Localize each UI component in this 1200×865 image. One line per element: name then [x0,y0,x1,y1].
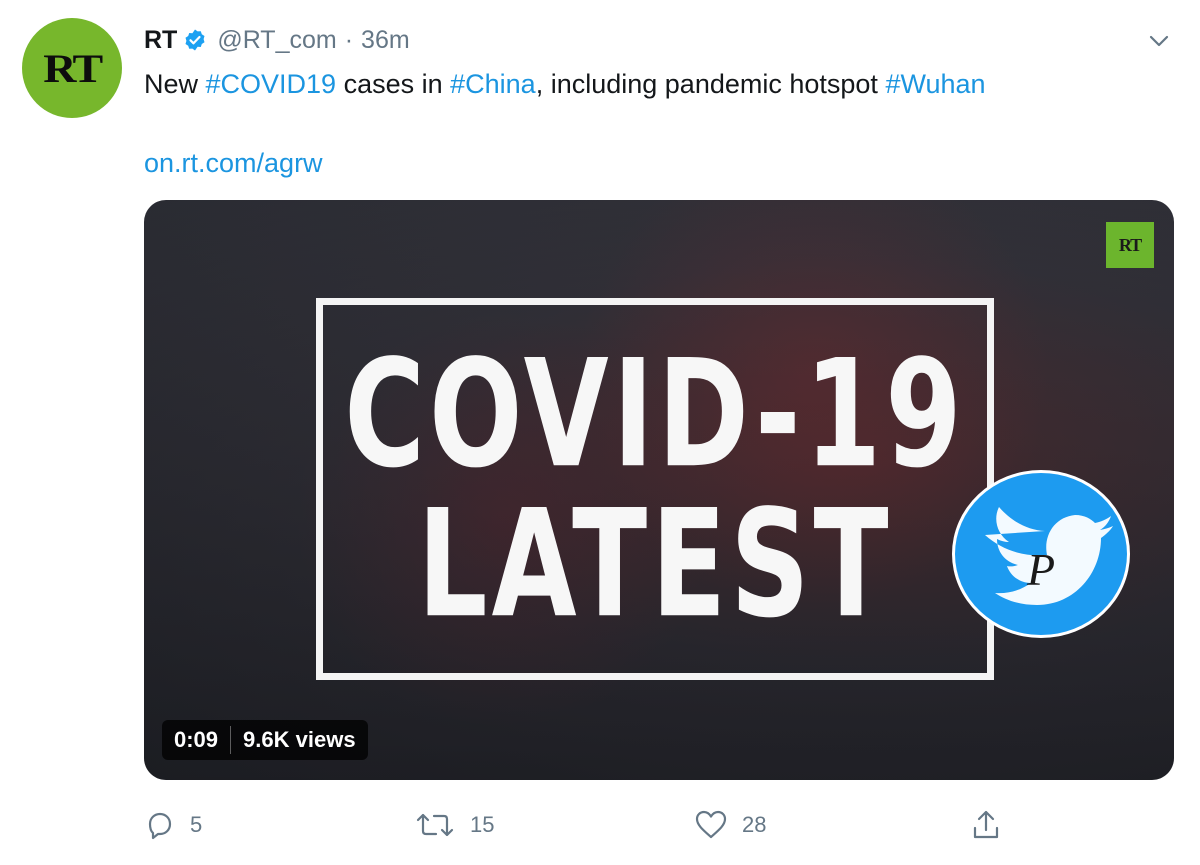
tweet-actions: 5 15 28 [144,800,1014,850]
reply-button[interactable]: 5 [144,800,202,850]
like-button[interactable]: 28 [694,800,766,850]
tweet-header: RT @RT_com · 36m [144,24,410,56]
tweet-text-part: cases in [336,69,451,99]
video-title-line-2: LATEST [417,477,893,651]
video-title-card: COVID-19 LATEST [316,298,994,680]
avatar[interactable]: RT [22,18,122,118]
twitter-bird-icon: P [952,470,1130,638]
retweet-count: 15 [470,812,495,837]
hashtag-wuhan[interactable]: #Wuhan [885,69,985,99]
video-duration: 0:09 [174,727,219,752]
tweet-timestamp[interactable]: 36m [361,24,410,56]
svg-text:P: P [1026,544,1055,595]
retweet-button[interactable]: 15 [414,800,494,850]
reply-count: 5 [190,812,203,837]
tweet-text-part: New [144,69,206,99]
rt-corner-logo: RT [1106,222,1154,268]
display-name[interactable]: RT [144,24,177,56]
share-icon [973,810,999,839]
user-handle[interactable]: @RT_com [217,24,336,56]
retweet-icon [416,813,454,837]
heart-icon [695,810,727,839]
tweet-text: New #COVID19 cases in #China, including … [144,66,986,102]
share-button[interactable] [970,800,1002,850]
video-stats-badge: 0:09 9.6K views [162,720,368,760]
hashtag-china[interactable]: #China [450,69,536,99]
tweet-link[interactable]: on.rt.com/agrw [144,145,323,181]
reply-icon [148,812,172,840]
hashtag-covid19[interactable]: #COVID19 [206,69,337,99]
like-count: 28 [742,812,767,837]
video-view-count: 9.6K views [243,727,356,752]
chevron-down-icon[interactable] [1146,28,1172,54]
tweet-text-part: , including pandemic hotspot [535,69,886,99]
avatar-logo-text: RT [43,45,103,91]
verified-badge-icon [183,28,207,52]
stats-divider [230,726,232,754]
header-separator: · [344,26,354,54]
rt-corner-logo-text: RT [1118,234,1142,255]
